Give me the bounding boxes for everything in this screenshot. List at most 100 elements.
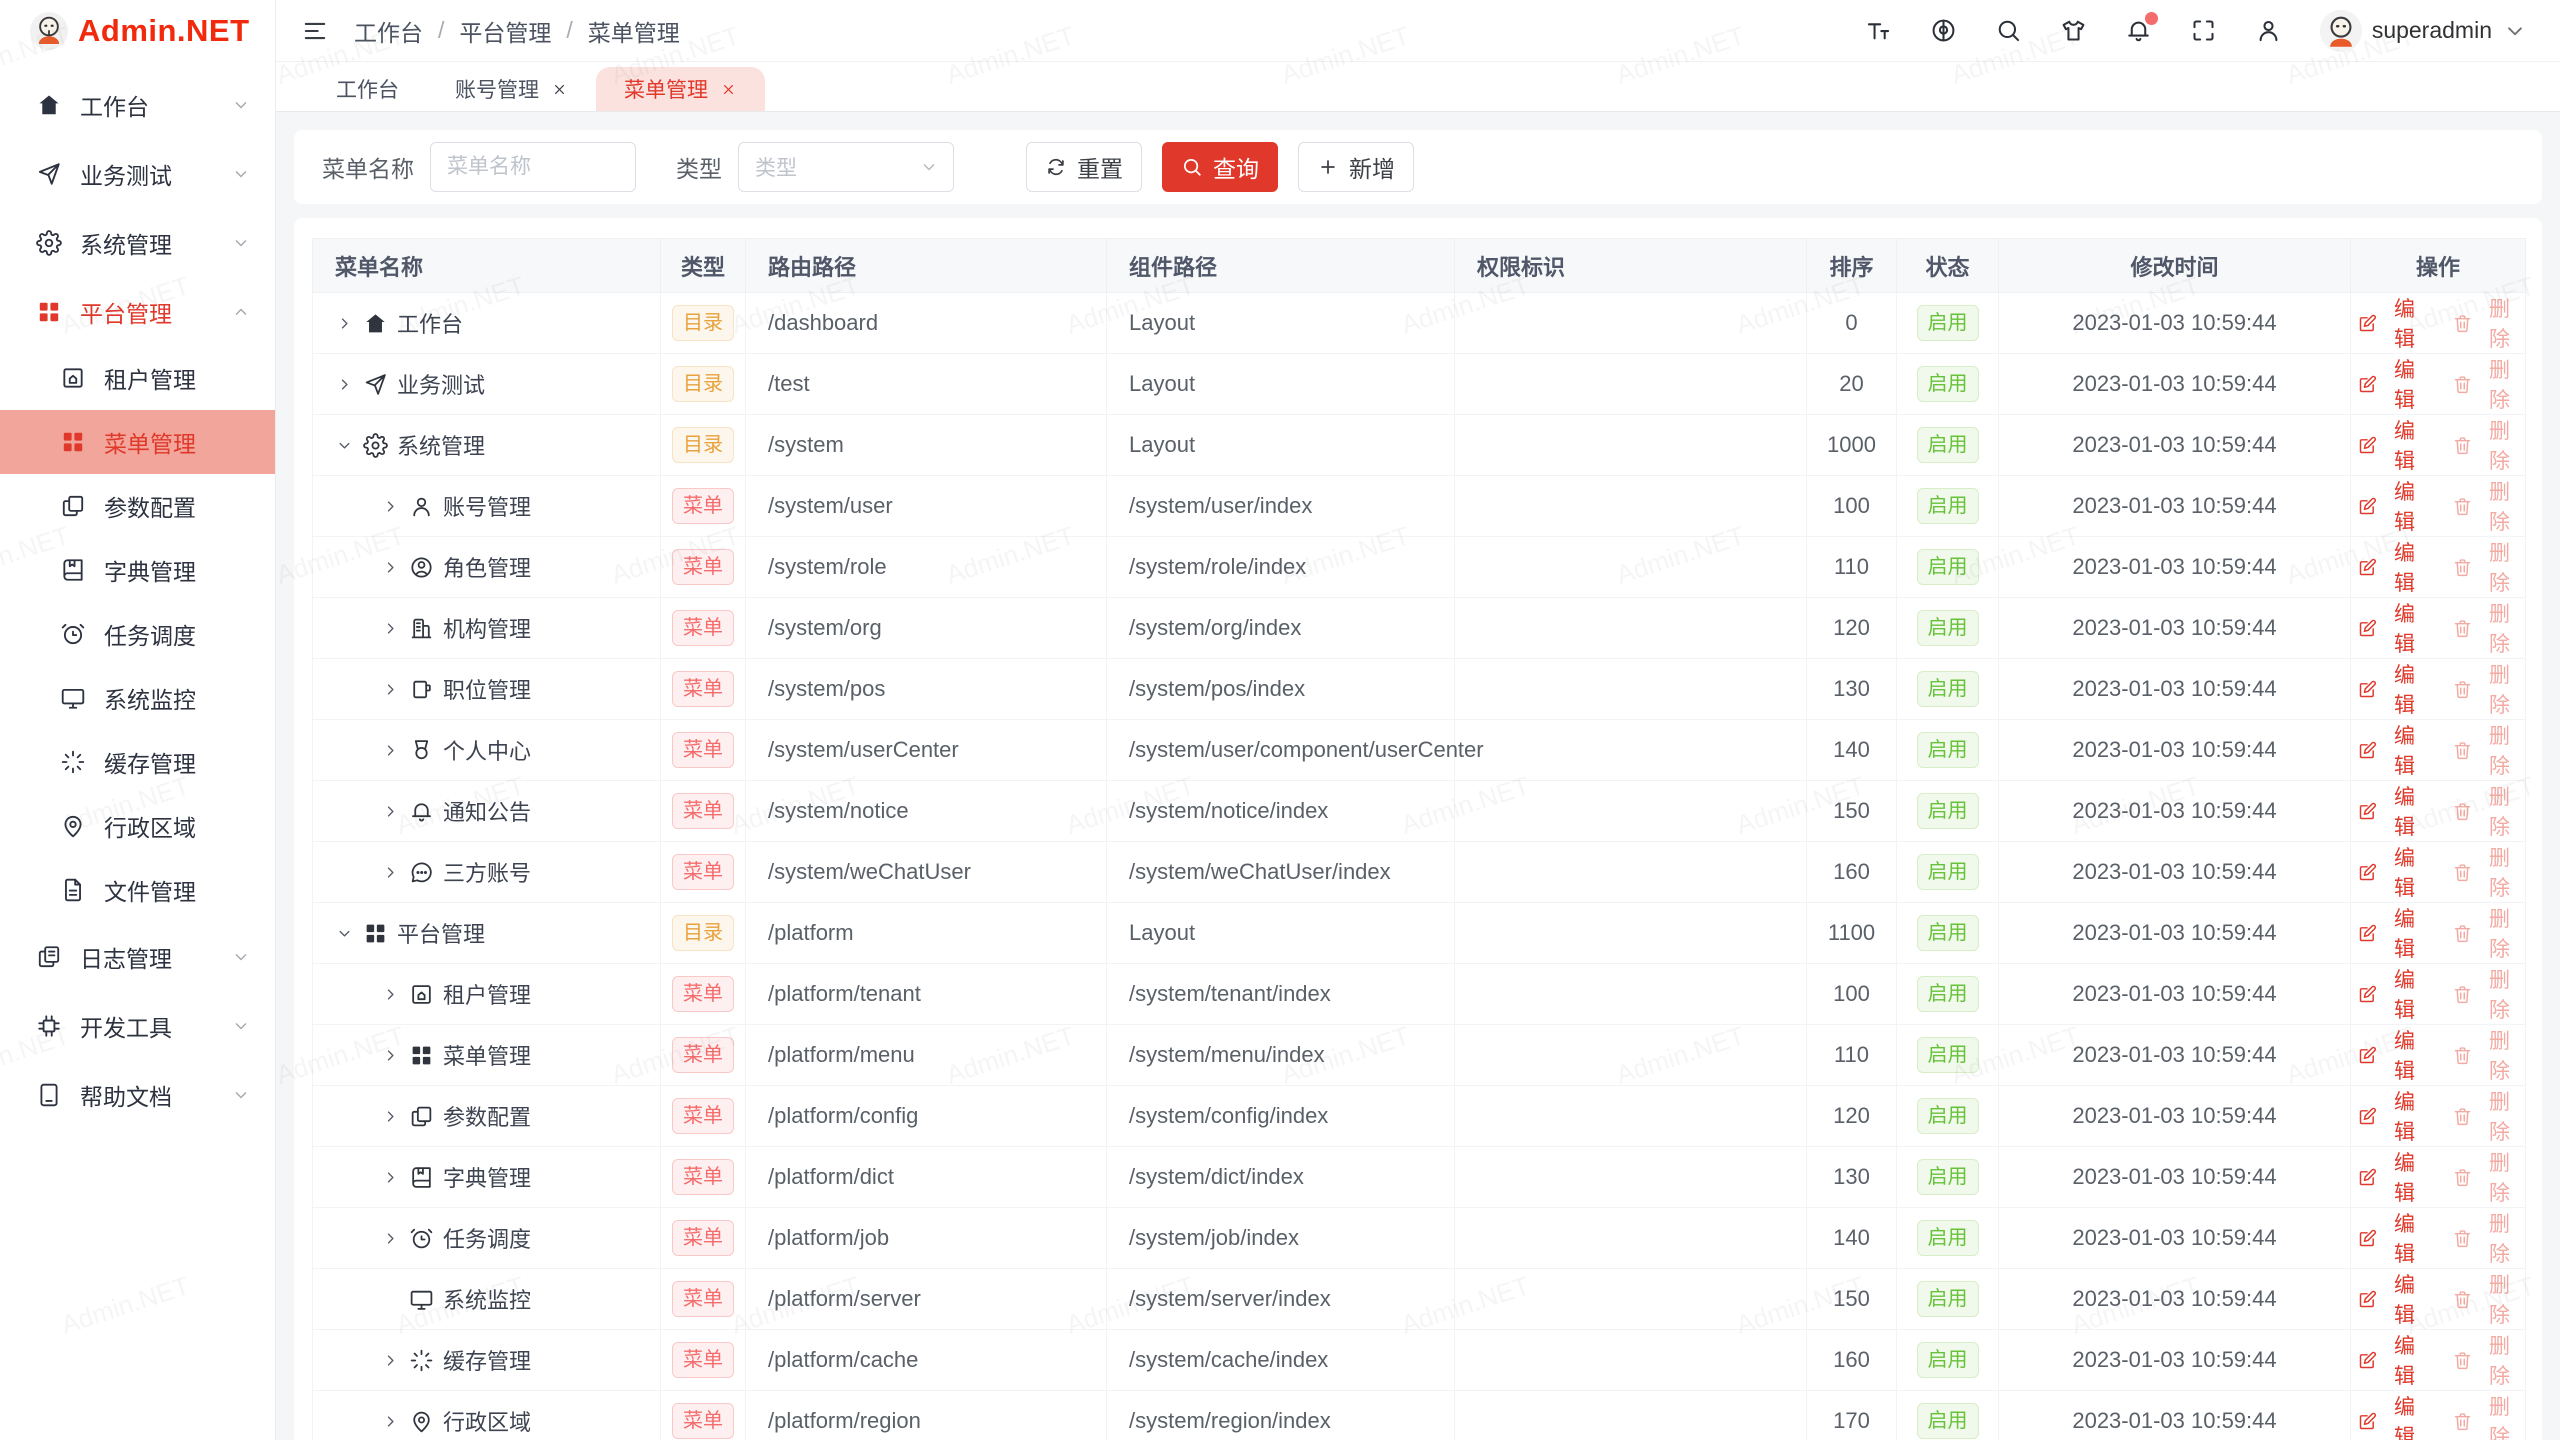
chevron-right-icon[interactable]: [381, 558, 400, 577]
delete-button[interactable]: 删除: [2452, 415, 2519, 475]
edit-button[interactable]: 编辑: [2357, 537, 2424, 597]
breadcrumb-item[interactable]: 菜单管理: [588, 14, 680, 48]
sidebar-item-monitor[interactable]: 系统监控: [0, 666, 275, 730]
type-select[interactable]: 类型: [738, 142, 954, 192]
modified-time-cell: 2023-01-03 10:59:44: [1999, 964, 2351, 1025]
sidebar-item-platform[interactable]: 平台管理: [0, 277, 275, 346]
sidebar-item-menu[interactable]: 菜单管理: [0, 410, 275, 474]
edit-button[interactable]: 编辑: [2357, 1330, 2424, 1390]
chevron-right-icon[interactable]: [381, 1412, 400, 1431]
logo[interactable]: Admin.NET: [0, 0, 275, 62]
sidebar-item-file[interactable]: 文件管理: [0, 858, 275, 922]
font-size-icon[interactable]: [1865, 17, 1892, 44]
delete-button[interactable]: 删除: [2452, 659, 2519, 719]
breadcrumb-item[interactable]: 工作台: [354, 14, 423, 48]
sidebar-item-tenant[interactable]: 租户管理: [0, 346, 275, 410]
edit-button[interactable]: 编辑: [2357, 781, 2424, 841]
sidebar-item-develop[interactable]: 开发工具: [0, 991, 275, 1060]
delete-button[interactable]: 删除: [2452, 537, 2519, 597]
chevron-down-icon[interactable]: [335, 436, 354, 455]
edit-button[interactable]: 编辑: [2357, 1025, 2424, 1085]
fullscreen-icon[interactable]: [2190, 17, 2217, 44]
chevron-right-icon[interactable]: [335, 314, 354, 333]
status-cell: 启用: [1897, 1391, 1999, 1440]
edit-button[interactable]: 编辑: [2357, 293, 2424, 353]
chevron-right-icon[interactable]: [381, 619, 400, 638]
delete-button[interactable]: 删除: [2452, 293, 2519, 353]
search-icon[interactable]: [1995, 17, 2022, 44]
breadcrumb-item[interactable]: 平台管理: [459, 14, 551, 48]
edit-button[interactable]: 编辑: [2357, 903, 2424, 963]
delete-button[interactable]: 删除: [2452, 964, 2519, 1024]
search-button[interactable]: 查询: [1162, 142, 1278, 192]
delete-button[interactable]: 删除: [2452, 903, 2519, 963]
sidebar-item-help[interactable]: 帮助文档: [0, 1060, 275, 1129]
chevron-right-icon[interactable]: [381, 863, 400, 882]
edit-button[interactable]: 编辑: [2357, 1086, 2424, 1146]
edit-button[interactable]: 编辑: [2357, 598, 2424, 658]
delete-button[interactable]: 删除: [2452, 476, 2519, 536]
chevron-right-icon[interactable]: [381, 680, 400, 699]
chevron-right-icon[interactable]: [381, 741, 400, 760]
close-icon[interactable]: [720, 81, 737, 98]
reset-button[interactable]: 重置: [1026, 142, 1142, 192]
tab-workbench[interactable]: 工作台: [308, 67, 427, 111]
delete-button[interactable]: 删除: [2452, 1086, 2519, 1146]
chevron-right-icon[interactable]: [335, 375, 354, 394]
chevron-right-icon[interactable]: [381, 1351, 400, 1370]
edit-button[interactable]: 编辑: [2357, 1208, 2424, 1268]
edit-button[interactable]: 编辑: [2357, 1147, 2424, 1207]
language-icon[interactable]: [1930, 17, 1957, 44]
sidebar-item-region[interactable]: 行政区域: [0, 794, 275, 858]
delete-button[interactable]: 删除: [2452, 781, 2519, 841]
delete-button[interactable]: 删除: [2452, 1269, 2519, 1329]
delete-button[interactable]: 删除: [2452, 1208, 2519, 1268]
sidebar-item-business-test[interactable]: 业务测试: [0, 139, 275, 208]
user-menu[interactable]: superadmin: [2320, 10, 2528, 52]
chevron-right-icon[interactable]: [381, 1107, 400, 1126]
edit-button[interactable]: 编辑: [2357, 354, 2424, 414]
theme-icon[interactable]: [2060, 17, 2087, 44]
chevron-right-icon[interactable]: [381, 802, 400, 821]
notification-icon[interactable]: [2125, 17, 2152, 44]
sidebar-item-workbench[interactable]: 工作台: [0, 70, 275, 139]
chevron-right-icon[interactable]: [381, 1229, 400, 1248]
edit-button[interactable]: 编辑: [2357, 1391, 2424, 1440]
sidebar-item-dict[interactable]: 字典管理: [0, 538, 275, 602]
collapse-sidebar-icon[interactable]: [302, 18, 328, 44]
edit-button[interactable]: 编辑: [2357, 964, 2424, 1024]
delete-button[interactable]: 删除: [2452, 354, 2519, 414]
edit-button[interactable]: 编辑: [2357, 415, 2424, 475]
profile-icon[interactable]: [2255, 17, 2282, 44]
chevron-right-icon[interactable]: [381, 497, 400, 516]
delete-button[interactable]: 删除: [2452, 1147, 2519, 1207]
tab-menu[interactable]: 菜单管理: [596, 67, 765, 111]
menu-name: 系统监控: [443, 1283, 531, 1315]
chevron-right-icon[interactable]: [381, 985, 400, 1004]
sidebar-item-job[interactable]: 任务调度: [0, 602, 275, 666]
sidebar-item-config[interactable]: 参数配置: [0, 474, 275, 538]
modified-time-cell: 2023-01-03 10:59:44: [1999, 720, 2351, 781]
sidebar-item-system[interactable]: 系统管理: [0, 208, 275, 277]
delete-button[interactable]: 删除: [2452, 598, 2519, 658]
add-button[interactable]: 新增: [1298, 142, 1414, 192]
edit-button[interactable]: 编辑: [2357, 476, 2424, 536]
sidebar-item-cache[interactable]: 缓存管理: [0, 730, 275, 794]
edit-button[interactable]: 编辑: [2357, 659, 2424, 719]
close-icon[interactable]: [551, 81, 568, 98]
chevron-down-icon[interactable]: [335, 924, 354, 943]
edit-button[interactable]: 编辑: [2357, 720, 2424, 780]
chevron-right-icon[interactable]: [381, 1168, 400, 1187]
delete-button[interactable]: 删除: [2452, 842, 2519, 902]
delete-button[interactable]: 删除: [2452, 1391, 2519, 1440]
delete-button[interactable]: 删除: [2452, 720, 2519, 780]
table-row: 字典管理菜单/platform/dict/system/dict/index13…: [313, 1147, 2526, 1208]
menu-name-input[interactable]: [430, 142, 636, 192]
edit-button[interactable]: 编辑: [2357, 1269, 2424, 1329]
chevron-right-icon[interactable]: [381, 1046, 400, 1065]
tab-account[interactable]: 账号管理: [427, 67, 596, 111]
delete-button[interactable]: 删除: [2452, 1330, 2519, 1390]
edit-button[interactable]: 编辑: [2357, 842, 2424, 902]
sidebar-item-log[interactable]: 日志管理: [0, 922, 275, 991]
delete-button[interactable]: 删除: [2452, 1025, 2519, 1085]
